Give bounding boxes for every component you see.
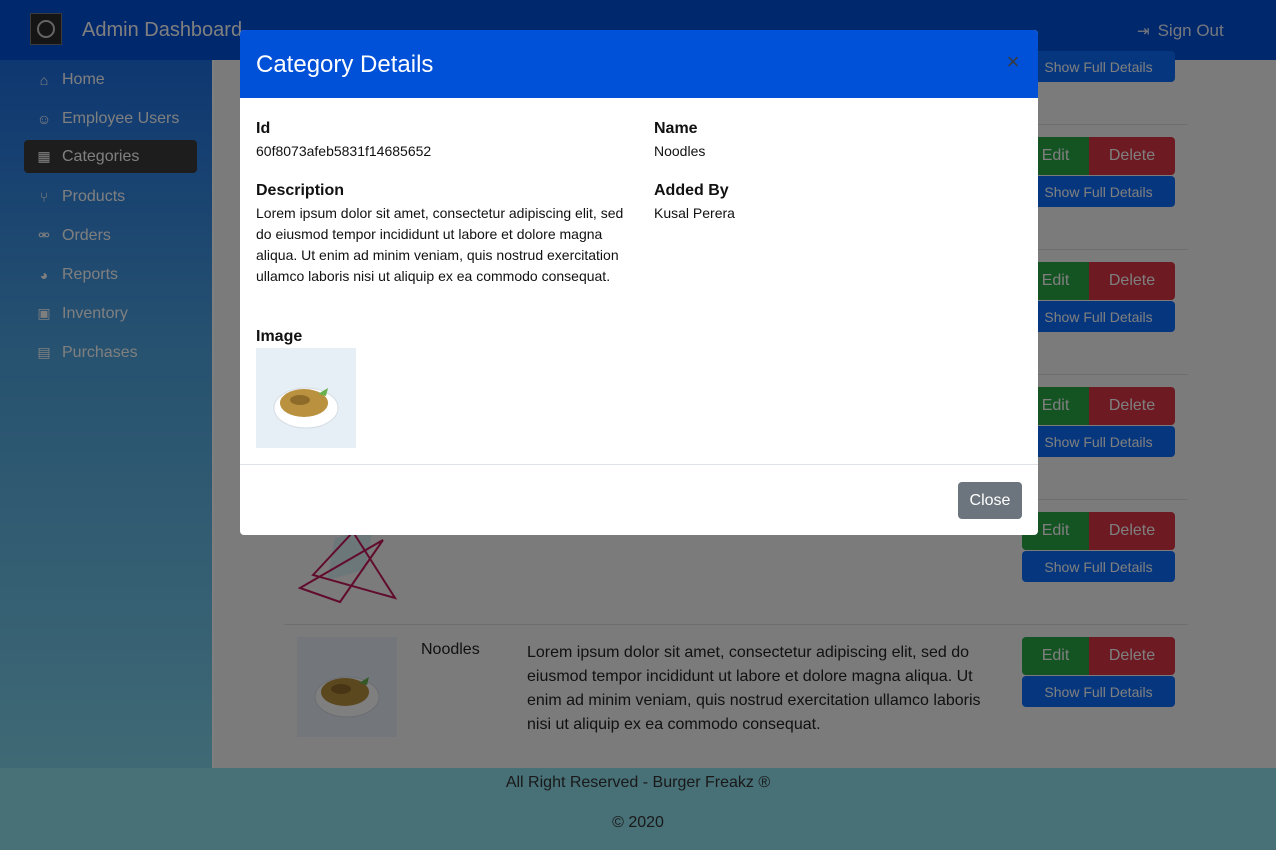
id-label: Id	[256, 120, 271, 137]
added-by-value: Kusal Perera	[654, 205, 735, 221]
id-value: 60f8073afeb5831f14685652	[256, 143, 432, 159]
modal-header: Category Details ×	[240, 30, 1038, 98]
added-by-label: Added By	[654, 182, 729, 199]
modal-title: Category Details	[256, 51, 434, 78]
image-label: Image	[256, 328, 303, 345]
description-label: Description	[256, 182, 345, 199]
close-button[interactable]: Close	[958, 482, 1022, 519]
name-label: Name	[654, 120, 698, 137]
description-value: Lorem ipsum dolor sit amet, consectetur …	[256, 205, 624, 284]
modal-body: Id 60f8073afeb5831f14685652 Name Noodles…	[240, 98, 1038, 464]
category-image	[256, 348, 356, 448]
close-icon[interactable]: ×	[1005, 50, 1021, 74]
category-details-modal: Category Details × Id 60f8073afeb5831f14…	[240, 30, 1038, 535]
modal-footer: Close	[240, 464, 1038, 535]
name-value: Noodles	[654, 143, 706, 159]
